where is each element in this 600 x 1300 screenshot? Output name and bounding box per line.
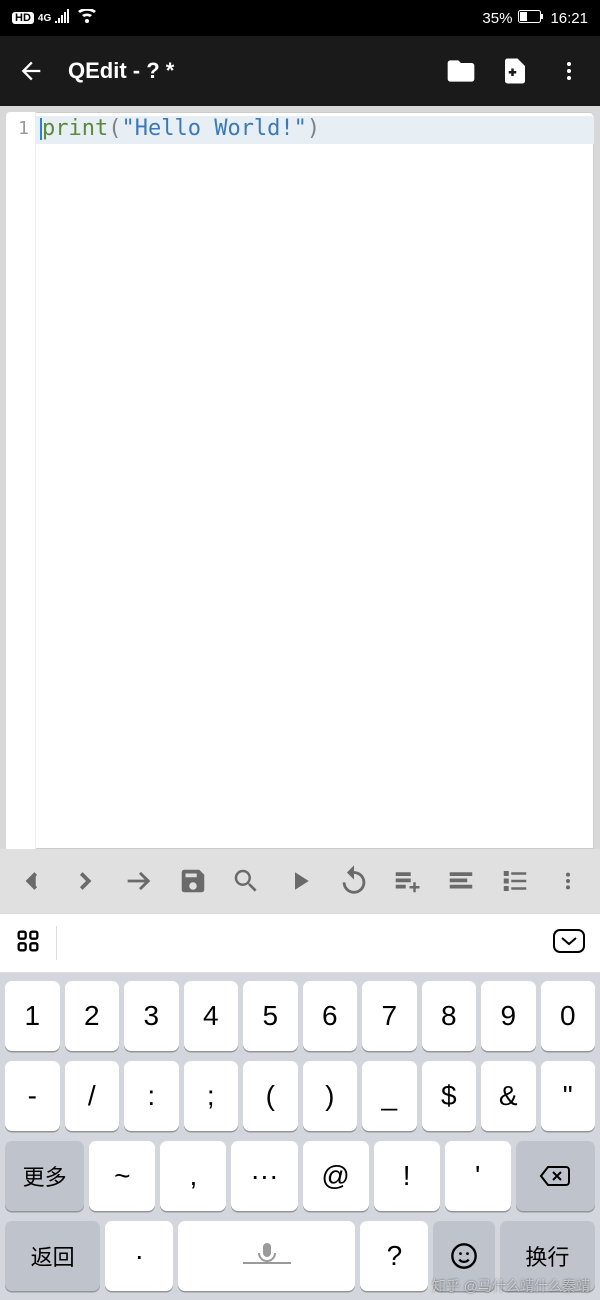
battery-pct: 35% [482, 10, 512, 27]
battery-icon [518, 10, 544, 27]
key-bang[interactable]: ! [374, 1141, 440, 1211]
key-return-mode[interactable]: 返回 [5, 1221, 100, 1291]
code-content[interactable]: print("Hello World!") [36, 112, 594, 849]
next-icon[interactable] [60, 857, 112, 905]
app-title: QEdit - ? * [68, 58, 424, 84]
key-backspace[interactable] [516, 1141, 595, 1211]
overflow-menu-icon[interactable] [552, 54, 586, 88]
key-minus[interactable]: - [5, 1061, 60, 1131]
divider [56, 926, 57, 960]
new-file-icon[interactable] [498, 54, 532, 88]
key-3[interactable]: 3 [124, 981, 179, 1051]
keyboard-collapse-icon[interactable] [552, 928, 586, 959]
key-1[interactable]: 1 [5, 981, 60, 1051]
key-semicolon[interactable]: ; [184, 1061, 239, 1131]
format-icon[interactable] [435, 857, 487, 905]
key-more[interactable]: 更多 [5, 1141, 84, 1211]
undo-icon[interactable] [328, 857, 380, 905]
key-dot[interactable]: · [105, 1221, 173, 1291]
back-icon[interactable] [14, 54, 48, 88]
key-paren-l[interactable]: ( [243, 1061, 298, 1131]
key-8[interactable]: 8 [422, 981, 477, 1051]
key-apostrophe[interactable]: ' [445, 1141, 511, 1211]
key-dollar[interactable]: $ [422, 1061, 477, 1131]
signal-icon [55, 9, 73, 27]
backspace-icon [539, 1164, 571, 1188]
key-comma[interactable]: , [160, 1141, 226, 1211]
key-ellipsis[interactable]: ··· [231, 1141, 297, 1211]
key-space[interactable] [178, 1221, 355, 1291]
editor-toolbar [0, 849, 600, 913]
kb-row-1: 1 2 3 4 5 6 7 8 9 0 [5, 981, 595, 1051]
smile-icon [450, 1242, 478, 1270]
key-quote[interactable]: " [541, 1061, 596, 1131]
save-icon[interactable] [167, 857, 219, 905]
mic-icon [237, 1239, 297, 1273]
key-6[interactable]: 6 [303, 981, 358, 1051]
search-icon[interactable] [221, 857, 273, 905]
prev-icon[interactable] [6, 857, 58, 905]
key-question[interactable]: ? [360, 1221, 428, 1291]
key-underscore[interactable]: _ [362, 1061, 417, 1131]
folder-icon[interactable] [444, 54, 478, 88]
clock: 16:21 [550, 10, 588, 27]
soft-keyboard: 1 2 3 4 5 6 7 8 9 0 - / : ; ( ) _ $ & " … [0, 973, 600, 1300]
key-2[interactable]: 2 [65, 981, 120, 1051]
token-function: print [42, 116, 108, 141]
kb-row-2: - / : ; ( ) _ $ & " [5, 1061, 595, 1131]
editor-area: 1 print("Hello World!") [0, 106, 600, 849]
key-4[interactable]: 4 [184, 981, 239, 1051]
key-slash[interactable]: / [65, 1061, 120, 1131]
line-gutter: 1 [6, 112, 36, 849]
run-icon[interactable] [274, 857, 326, 905]
hd-badge: HD [12, 12, 34, 24]
watermark: 知乎 @马什么靖什么秦靖 [432, 1276, 590, 1296]
key-ampersand[interactable]: & [481, 1061, 536, 1131]
toolbar-overflow-icon[interactable] [542, 857, 594, 905]
network-label: 4G [38, 13, 51, 24]
key-0[interactable]: 0 [541, 981, 596, 1051]
keyboard-suggest-bar [0, 913, 600, 973]
list-icon[interactable] [489, 857, 541, 905]
snippet-add-icon[interactable] [381, 857, 433, 905]
key-at[interactable]: @ [303, 1141, 369, 1211]
status-bar: HD 4G 35% 16:21 [0, 0, 600, 36]
key-5[interactable]: 5 [243, 981, 298, 1051]
key-tilde[interactable]: ~ [89, 1141, 155, 1211]
goto-icon[interactable] [113, 857, 165, 905]
token-string: "Hello World!" [121, 116, 306, 141]
key-paren-r[interactable]: ) [303, 1061, 358, 1131]
token-close: ) [307, 116, 320, 141]
app-bar: QEdit - ? * [0, 36, 600, 106]
kb-row-3: 更多 ~ , ··· @ ! ' [5, 1141, 595, 1211]
key-7[interactable]: 7 [362, 981, 417, 1051]
key-9[interactable]: 9 [481, 981, 536, 1051]
key-colon[interactable]: : [124, 1061, 179, 1131]
code-editor[interactable]: 1 print("Hello World!") [6, 112, 594, 849]
token-open: ( [108, 116, 121, 141]
keyboard-apps-icon[interactable] [14, 927, 42, 960]
line-number: 1 [6, 118, 29, 139]
wifi-icon [77, 9, 97, 27]
